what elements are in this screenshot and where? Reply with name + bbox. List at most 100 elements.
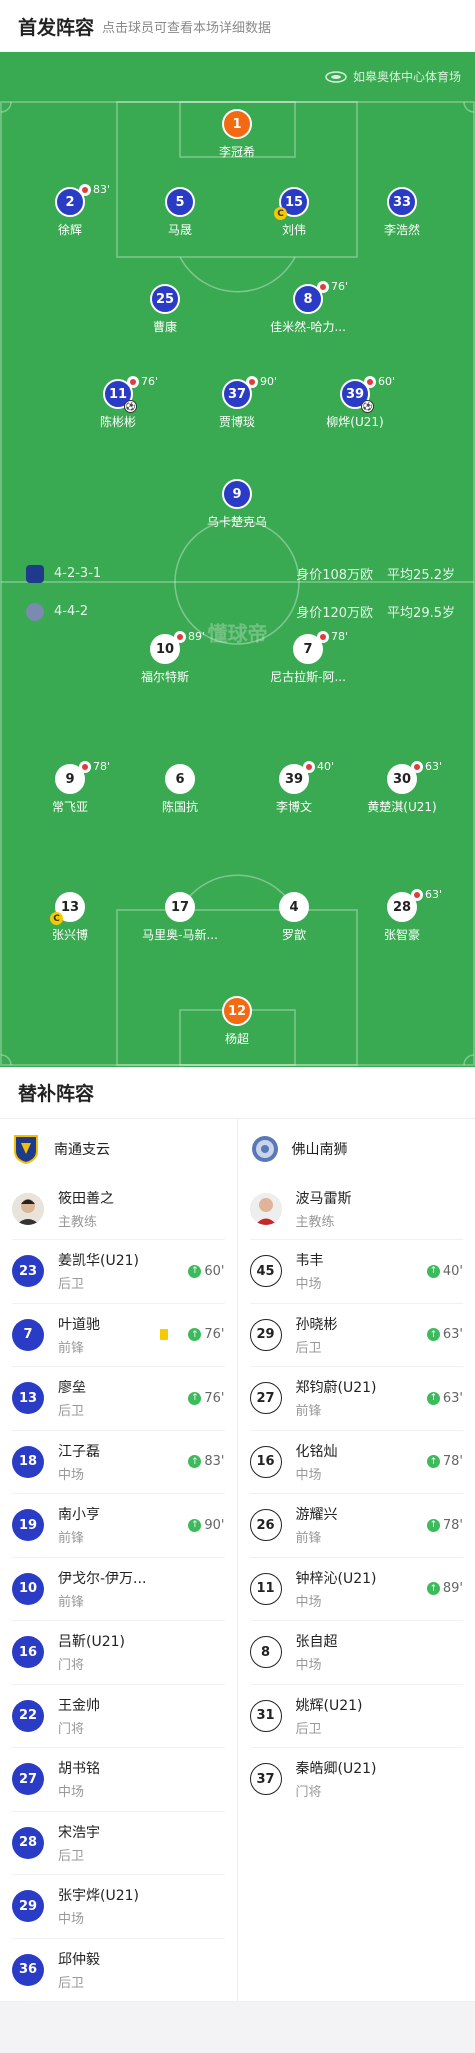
sub-player-row[interactable]: 29 张宇烨(U21) 中场 [12,1874,225,1938]
player-name: 马里奥-马新... [142,928,218,942]
player-position: 前锋 [295,1404,322,1420]
away-value: 身价120万欧 [296,606,374,621]
sub-player-info: 姚辉(U21) 后卫 [296,1695,464,1737]
jersey-number-text: 39 [345,386,365,402]
sub-player-row[interactable]: 16 吕靳(U21) 门将 [12,1620,225,1684]
coach-name: 筱田善之 [58,1191,114,1207]
player-home[interactable]: 33 李浩然 [347,187,457,238]
player-away[interactable]: 6 陈国抗 [125,764,235,815]
away-coach[interactable]: 波马雷斯 主教练 [249,1179,464,1239]
player-home[interactable]: 2 83' 徐辉 [15,183,125,238]
player-away[interactable]: 10 89' 福尔特斯 [110,630,220,685]
sub-minute: 89' [188,630,206,643]
home-coach[interactable]: 筱田善之 主教练 [12,1179,225,1239]
jersey-number: 25 [150,284,180,314]
sub-player-row[interactable]: 27 胡书铭 中场 [12,1747,225,1811]
sub-player-row[interactable]: 31 姚辉(U21) 后卫 [249,1683,464,1748]
player-name: 王金帅 [58,1697,100,1714]
sub-on-icon: ↑ [188,1518,202,1532]
player-away[interactable]: 13 C 张兴博 [15,892,125,943]
jersey-number-text: 39 [284,771,304,787]
sub-player-row[interactable]: 36 邱仲毅 后卫 [12,1937,225,2002]
player-position: 前锋 [295,1531,322,1547]
player-name: 吕靳(U21) [58,1634,125,1651]
sub-on-marker: ↑ 90' [188,1517,225,1533]
sub-off-icon [364,375,376,388]
player-name: 孙晓彬 [295,1316,338,1333]
home-team-row[interactable]: 南通支云 [12,1119,225,1179]
sub-on-marker: ↑ 60' [188,1263,225,1279]
sub-minute: 40' [317,760,335,773]
player-home[interactable]: 1 李冠希 [182,109,292,160]
player-position: 中场 [295,1277,322,1293]
jersey-number-text: 4 [289,899,299,915]
player-home[interactable]: 37 90' 贾博琰 [182,375,292,430]
jersey-number: 19 [12,1509,44,1542]
player-home[interactable]: 5 马晟 [125,187,235,238]
player-home[interactable]: 39 60' ⚽ 柳烨(U21) [300,375,410,430]
sub-player-row[interactable]: 18 江子磊 中场 ↑ 83' [12,1429,225,1494]
jersey-number: 16 [12,1636,44,1669]
sub-on-icon: ↑ [426,1455,440,1469]
player-away[interactable]: 12 杨超 [182,996,292,1047]
sub-player-info: 孙晓彬 后卫 [296,1314,413,1356]
sub-off-icon [317,630,329,643]
sub-player-row[interactable]: 16 化铭灿 中场 ↑ 78' [249,1429,463,1494]
goal-ball-icon: ⚽ [361,400,374,413]
jersey-number: 33 [387,187,417,217]
sub-player-row[interactable]: 26 游耀兴 前锋 ↑ 78' [249,1493,463,1557]
sub-minute: 63' [442,1327,463,1343]
venue: 如皋奥体中心体育场 [325,68,461,85]
sub-player-row[interactable]: 10 伊戈尔-伊万... 前锋 [12,1556,225,1621]
sub-player-row[interactable]: 11 钟梓沁(U21) 中场 ↑ 89' [249,1556,463,1621]
player-away[interactable]: 4 罗歆 [239,892,349,943]
sub-minute: 60' [204,1263,225,1279]
player-away[interactable]: 7 78' 尼古拉斯-阿... [253,630,363,685]
jersey-number: 31 [249,1699,282,1732]
player-away[interactable]: 39 40' 李博文 [239,760,349,815]
player-away[interactable]: 17 马里奥-马新... [125,892,235,943]
player-name: 郑钧蔚(U21) [295,1380,377,1397]
player-home[interactable]: 15 C 刘伟 [239,187,349,238]
sub-player-row[interactable]: 19 南小亨 前锋 ↑ 90' [12,1493,225,1557]
sub-player-row[interactable]: 8 张自超 中场 [249,1620,463,1684]
lineup-hint: 点击球员可查看本场详细数据 [102,20,272,36]
player-name: 贾博琰 [218,415,255,429]
sub-player-row[interactable]: 37 秦皓卿(U21) 门将 [249,1747,463,1811]
player-position: 后卫 [58,1975,85,1991]
sub-minute: 63' [425,888,443,901]
player-home[interactable]: 9 乌卡楚克乌 [182,479,292,530]
sub-minute: 90' [204,1517,225,1533]
player-away[interactable]: 28 63' 张智豪 [347,888,457,943]
sub-player-row[interactable]: 29 孙晓彬 后卫 ↑ 63' [249,1302,463,1367]
sub-player-row[interactable]: 7 叶道驰 前锋 ↑ 76' [12,1302,225,1367]
sub-player-row[interactable]: 28 宋浩宇 后卫 [12,1810,225,1875]
sub-player-info: 吕靳(U21) 门将 [58,1631,225,1673]
sub-player-row[interactable]: 45 韦丰 中场 ↑ 40' [249,1239,463,1303]
player-home[interactable]: 25 曹康 [110,284,220,335]
home-value: 身价108万欧 [296,568,374,583]
jersey-number: 29 [12,1890,44,1923]
home-team-badge-icon [26,564,44,583]
sub-player-row[interactable]: 23 姜凯华(U21) 后卫 ↑ 60' [12,1239,225,1303]
player-home[interactable]: 8 76' 佳米然-哈力... [253,280,363,335]
sub-off-marker: 89' [174,630,205,643]
jersey-number: 13 C [50,892,85,925]
player-home[interactable]: 11 76' ⚽ 陈彬彬 [63,375,173,430]
away-team-row[interactable]: 佛山南狮 [250,1119,464,1179]
player-position: 中场 [295,1467,322,1483]
jersey-number-text: 5 [175,194,185,210]
player-name: 刘伟 [281,223,306,237]
sub-player-row[interactable]: 27 郑钧蔚(U21) 前锋 ↑ 63' [249,1366,463,1430]
player-name: 江子磊 [58,1443,100,1460]
page-footer [0,2002,475,2053]
home-subs-column: 南通支云 筱田善之 主教练 23 姜凯华(U21) 后卫 ↑ 60' 7 叶道驰 前锋 ↑ 76' 1… [0,1119,238,2001]
jersey-number: 30 63' [387,760,442,794]
player-away[interactable]: 30 63' 黄楚淇(U21) [347,760,457,815]
sub-player-row[interactable]: 13 廖垒 后卫 ↑ 76' [12,1366,225,1430]
coach-role: 主教练 [295,1215,335,1230]
jersey-number: 12 [222,996,252,1026]
player-away[interactable]: 9 78' 常飞亚 [15,760,125,815]
sub-on-icon: ↑ [426,1328,440,1342]
sub-player-row[interactable]: 22 王金帅 门将 [12,1683,225,1748]
